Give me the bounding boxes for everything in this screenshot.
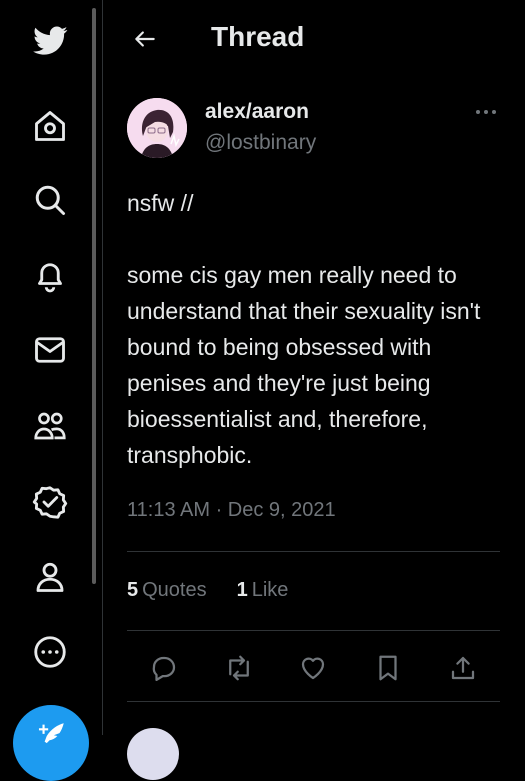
compose-feather-icon bbox=[38, 723, 64, 744]
likes-count: 1 bbox=[236, 579, 248, 601]
divider bbox=[127, 701, 500, 702]
tweet-more-button[interactable] bbox=[472, 100, 500, 124]
more-horizontal-icon bbox=[476, 110, 496, 114]
more-options-icon[interactable] bbox=[28, 630, 72, 674]
retweet-icon bbox=[229, 655, 249, 681]
bookmark-icon bbox=[379, 655, 397, 681]
quotes-stat[interactable]: 5 Quotes bbox=[127, 579, 207, 602]
divider bbox=[127, 551, 500, 552]
reply-button[interactable] bbox=[144, 648, 184, 688]
column-divider bbox=[102, 0, 103, 735]
avatar-illustration bbox=[127, 98, 187, 158]
likes-stat[interactable]: 1 Like bbox=[237, 579, 289, 602]
sidebar-scrollbar[interactable] bbox=[92, 8, 96, 584]
share-button[interactable] bbox=[443, 648, 483, 688]
back-button[interactable] bbox=[128, 22, 162, 56]
page-title: Thread bbox=[211, 21, 305, 52]
reply-avatar bbox=[127, 728, 179, 780]
messages-mail-icon[interactable] bbox=[28, 328, 72, 372]
twitter-logo-icon[interactable] bbox=[28, 19, 72, 63]
author-display-name[interactable]: alex/aaron bbox=[205, 100, 309, 124]
home-icon[interactable] bbox=[28, 104, 72, 148]
profile-icon[interactable] bbox=[28, 555, 72, 599]
communities-icon[interactable] bbox=[28, 404, 72, 448]
bookmark-button[interactable] bbox=[368, 648, 408, 688]
verified-badge-icon[interactable] bbox=[28, 480, 72, 524]
heart-icon bbox=[301, 657, 325, 680]
sidebar bbox=[0, 0, 102, 781]
compose-tweet-button[interactable] bbox=[13, 705, 89, 781]
notifications-bell-icon[interactable] bbox=[28, 254, 72, 298]
quotes-count: 5 bbox=[127, 579, 139, 601]
back-arrow-icon bbox=[135, 31, 155, 47]
retweet-button[interactable] bbox=[219, 648, 259, 688]
likes-label: Like bbox=[251, 579, 289, 601]
share-icon bbox=[451, 656, 475, 680]
like-button[interactable] bbox=[293, 648, 333, 688]
author-avatar[interactable] bbox=[127, 98, 187, 158]
tweet-timestamp[interactable]: 11:13 AM · Dec 9, 2021 bbox=[127, 499, 336, 522]
search-icon[interactable] bbox=[28, 178, 72, 222]
thread-header: Thread bbox=[103, 0, 525, 80]
divider bbox=[127, 630, 500, 631]
quotes-label: Quotes bbox=[142, 579, 207, 601]
tweet-text: nsfw // some cis gay men really need to … bbox=[127, 190, 481, 468]
reply-icon bbox=[152, 656, 176, 681]
tweet-action-bar bbox=[127, 648, 500, 688]
author-handle[interactable]: @lostbinary bbox=[205, 131, 316, 155]
tweet-stats: 5 Quotes 1 Like bbox=[127, 579, 288, 602]
